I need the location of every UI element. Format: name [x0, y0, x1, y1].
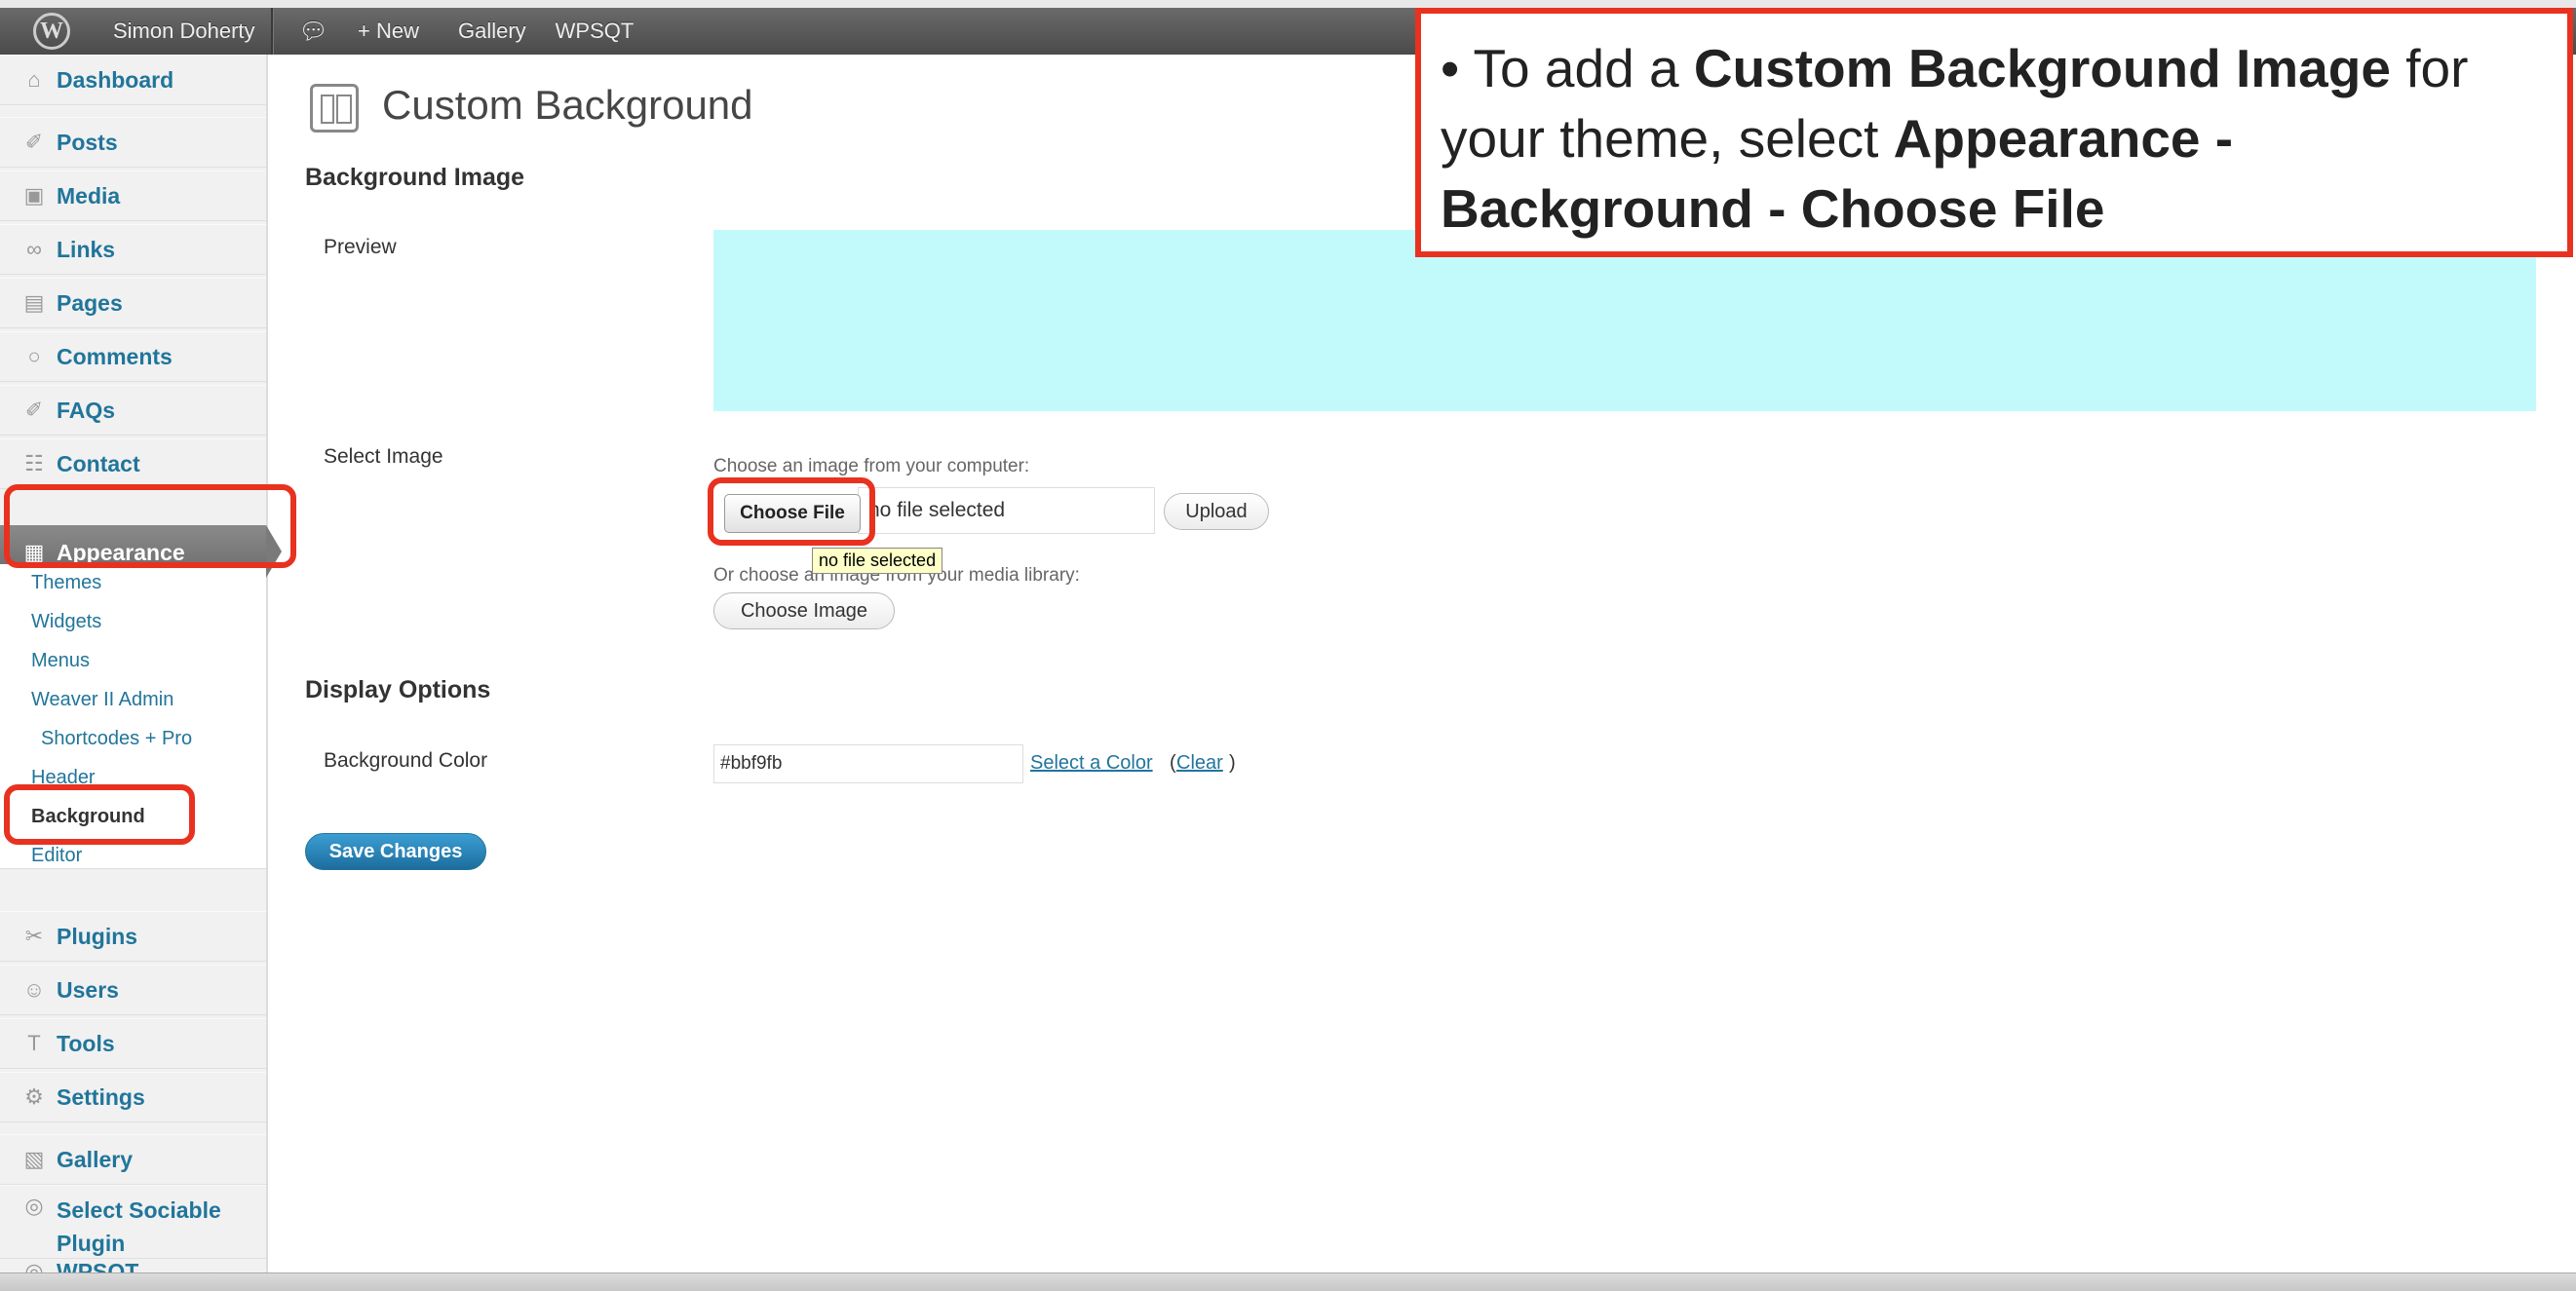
sidebar-item-settings[interactable]: ⚙ Settings — [0, 1072, 266, 1122]
background-color-label: Background Color — [324, 749, 488, 772]
file-name-field: no file selected — [858, 487, 1155, 534]
clear-close-paren: ) — [1229, 752, 1236, 774]
appearance-page-icon — [310, 84, 359, 133]
sidebar-item-label: FAQs — [57, 397, 116, 423]
select-color-link[interactable]: Select a Color — [1030, 752, 1153, 775]
sidebar-item-label: Links — [57, 236, 116, 262]
submenu-themes[interactable]: Themes — [31, 572, 101, 594]
callout-text-1: • To add a — [1441, 38, 1694, 98]
sidebar-item-label: Media — [57, 182, 121, 209]
sidebar-item-label: Plugins — [57, 923, 138, 949]
users-icon: ☺ — [22, 977, 46, 1002]
wordpress-logo-icon[interactable]: W — [33, 13, 70, 50]
sidebar-item-tools[interactable]: T Tools — [0, 1018, 266, 1069]
appearance-highlight — [4, 484, 296, 568]
sidebar-item-label: Dashboard — [57, 66, 174, 93]
sidebar-item-gallery[interactable]: ▧ Gallery — [0, 1134, 266, 1185]
pages-icon: ▤ — [23, 290, 45, 315]
link-icon: ∞ — [26, 237, 42, 261]
admin-bar-new[interactable]: + New — [358, 19, 419, 44]
window-bottom-bar — [0, 1272, 2576, 1291]
sidebar-item-label: Contact — [57, 450, 140, 476]
sidebar-item-contact[interactable]: ☷ Contact — [0, 438, 266, 489]
clear-color-link[interactable]: Clear — [1176, 752, 1223, 775]
preview-label: Preview — [324, 236, 397, 258]
home-icon: ⌂ — [27, 67, 41, 92]
tools-icon: T — [27, 1031, 41, 1055]
sidebar-item-label-2: Plugin — [57, 1231, 126, 1256]
sidebar-item-label: Tools — [57, 1030, 115, 1056]
file-name-text: no file selected — [868, 499, 1006, 521]
sociable-icon: ◎ — [24, 1194, 44, 1218]
choose-file-highlight — [708, 477, 875, 546]
plugin-icon: ✂ — [24, 924, 44, 948]
sidebar-item-label: Select Sociable — [57, 1197, 221, 1223]
instruction-callout: • To add a Custom Background Image for y… — [1415, 8, 2573, 257]
admin-bar-gallery[interactable]: Gallery — [458, 19, 526, 44]
gallery-icon: ▧ — [23, 1147, 45, 1171]
upload-button[interactable]: Upload — [1164, 493, 1269, 530]
sidebar-item-media[interactable]: ▣ Media — [0, 171, 266, 221]
admin-bar-user[interactable]: Simon Doherty — [113, 19, 255, 44]
sidebar-item-links[interactable]: ∞ Links — [0, 224, 266, 275]
submenu-editor[interactable]: Editor — [31, 845, 82, 867]
background-highlight — [4, 784, 195, 845]
settings-icon: ⚙ — [24, 1084, 44, 1109]
comment-icon[interactable]: 💬︎ — [299, 18, 328, 46]
sidebar-item-faqs[interactable]: ✐ FAQs — [0, 385, 266, 436]
pin-icon: ✐ — [24, 398, 44, 422]
choose-image-button[interactable]: Choose Image — [713, 592, 895, 629]
file-tooltip: no file selected — [812, 548, 943, 574]
callout-bold-1: Custom Background Image — [1693, 38, 2391, 98]
sidebar-item-label: Users — [57, 976, 119, 1003]
sidebar-item-pages[interactable]: ▤ Pages — [0, 278, 266, 328]
sidebar-item-label: Settings — [57, 1083, 145, 1110]
media-icon: ▣ — [23, 183, 45, 208]
sidebar-item-comments[interactable]: ○ Comments — [0, 331, 266, 382]
sidebar-item-posts[interactable]: ✐ Posts — [0, 117, 266, 168]
submenu-widgets[interactable]: Widgets — [31, 611, 101, 633]
sidebar-item-label: Pages — [57, 289, 123, 316]
submenu-weaver-admin[interactable]: Weaver II Admin — [31, 689, 173, 711]
sidebar-item-label: Posts — [57, 129, 118, 155]
sidebar-item-dashboard[interactable]: ⌂ Dashboard — [0, 55, 266, 105]
choose-file-hint: Choose an image from your computer: — [713, 456, 1030, 476]
display-options-heading: Display Options — [305, 676, 491, 703]
pin-icon: ✐ — [24, 130, 44, 154]
save-changes-button[interactable]: Save Changes — [305, 833, 486, 870]
background-color-input[interactable]: #bbf9fb — [713, 744, 1023, 783]
submenu-shortcodes[interactable]: Shortcodes + Pro — [41, 728, 192, 750]
sidebar-item-label: Gallery — [57, 1146, 133, 1172]
sidebar-item-label: Comments — [57, 343, 173, 369]
clear-open-paren: ( — [1170, 752, 1176, 774]
sidebar-item-users[interactable]: ☺ Users — [0, 965, 266, 1015]
admin-bar-wpsqt[interactable]: WPSQT — [556, 19, 634, 44]
page-title: Custom Background — [382, 82, 753, 128]
sidebar-item-select-sociable[interactable]: ◎ Select Sociable Plugin — [0, 1185, 266, 1259]
select-image-label: Select Image — [324, 445, 443, 468]
comment-icon: ○ — [27, 344, 41, 368]
admin-bar-divider — [270, 8, 274, 55]
submenu-menus[interactable]: Menus — [31, 650, 90, 672]
admin-sidebar: ⌂ Dashboard ✐ Posts ▣ Media ∞ Links ▤ Pa… — [0, 55, 282, 1278]
background-image-heading: Background Image — [305, 164, 525, 191]
contact-icon: ☷ — [24, 451, 44, 475]
sidebar-item-plugins[interactable]: ✂ Plugins — [0, 911, 266, 962]
